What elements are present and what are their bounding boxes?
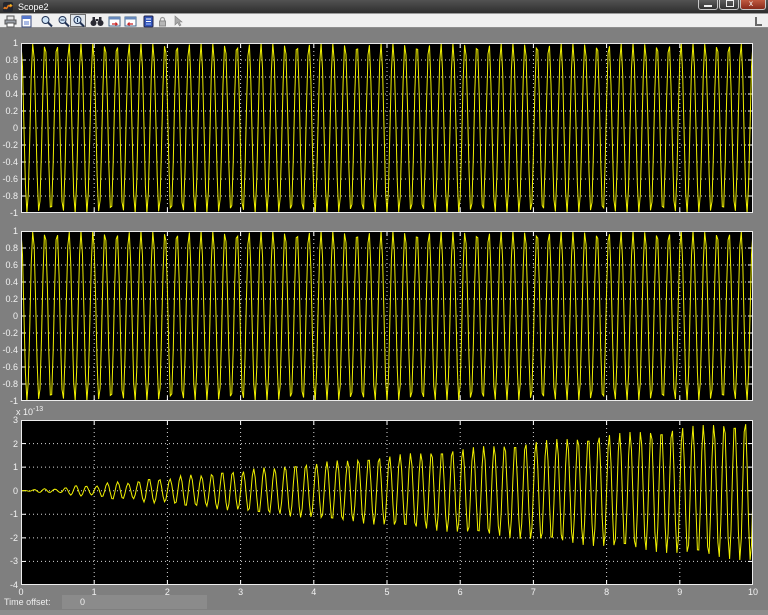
zoom-x-icon	[57, 15, 70, 28]
y-tick-label: 0.2	[0, 294, 18, 304]
y-tick-label: -0.6	[0, 362, 18, 372]
y-tick-label: 0	[0, 311, 18, 321]
restore-axes-settings-button[interactable]	[122, 14, 138, 27]
zoom-x-axis-button[interactable]	[55, 14, 71, 27]
binoculars-icon	[90, 15, 104, 28]
y-tick-label: -1	[0, 208, 18, 218]
y-tick-label: 0.4	[0, 89, 18, 99]
scope-plot-1[interactable]	[21, 43, 753, 213]
y-tick-label: 1	[0, 226, 18, 236]
y-tick-label: -0.8	[0, 191, 18, 201]
lock-icon	[156, 15, 169, 28]
y-tick-label: -0.2	[0, 328, 18, 338]
y-tick-label: 0.6	[0, 72, 18, 82]
maximize-icon	[726, 0, 734, 7]
y-tick-label: -0.8	[0, 379, 18, 389]
signal-selection-button[interactable]	[169, 14, 185, 27]
x-tick-label: 4	[304, 587, 324, 597]
minimize-icon	[704, 5, 712, 7]
y-tick-label: 1	[0, 38, 18, 48]
y-tick-label: 0	[0, 123, 18, 133]
lock-axes-button[interactable]	[154, 14, 170, 27]
parameters-button[interactable]	[18, 14, 34, 27]
y-tick-label: -0.4	[0, 157, 18, 167]
window-title: Scope2	[18, 1, 49, 13]
x-tick-label: 9	[670, 587, 690, 597]
x-tick-label: 8	[597, 587, 617, 597]
scope-plot-3[interactable]	[21, 420, 753, 585]
close-icon: x	[749, 0, 753, 8]
minimize-button[interactable]	[698, 0, 718, 10]
y-tick-label: -3	[0, 556, 18, 566]
axis-multiplier-label: x 10-13	[16, 405, 43, 417]
y-tick-label: -1	[0, 509, 18, 519]
close-button[interactable]: x	[740, 0, 766, 10]
parameters-icon	[20, 15, 33, 28]
title-bar[interactable]: Scope2 x	[0, 0, 768, 14]
toolbar	[0, 14, 768, 28]
x-tick-label: 0	[11, 587, 31, 597]
y-tick-label: 0.2	[0, 106, 18, 116]
maximize-button[interactable]	[719, 0, 739, 10]
printer-icon	[4, 15, 17, 28]
zoom-y-axis-button[interactable]	[70, 14, 86, 27]
y-tick-label: -2	[0, 533, 18, 543]
y-tick-label: 0.6	[0, 260, 18, 270]
time-offset-value: 0	[80, 597, 85, 607]
y-tick-label: 2	[0, 439, 18, 449]
x-tick-label: 7	[523, 587, 543, 597]
y-tick-label: 0.8	[0, 243, 18, 253]
x-tick-label: 10	[743, 587, 763, 597]
y-tick-label: 1	[0, 462, 18, 472]
y-tick-label: -0.4	[0, 345, 18, 355]
y-tick-label: 0.4	[0, 277, 18, 287]
y-tick-label: -0.6	[0, 174, 18, 184]
y-tick-label: 0	[0, 486, 18, 496]
toolbar-grip-icon	[755, 17, 762, 26]
save-axes-settings-button[interactable]	[106, 14, 122, 27]
restore-axes-icon	[124, 15, 137, 28]
zoom-button[interactable]	[38, 14, 54, 27]
signal-arrow-icon	[171, 15, 184, 28]
x-tick-label: 5	[377, 587, 397, 597]
scope-window: Scope2 x	[0, 0, 768, 615]
floating-scope-icon	[142, 15, 155, 28]
save-axes-icon	[108, 15, 121, 28]
zoom-y-icon	[72, 15, 85, 28]
x-tick-label: 3	[231, 587, 251, 597]
scope-plot-2[interactable]	[21, 231, 753, 401]
window-controls: x	[698, 0, 766, 10]
autoscale-button[interactable]	[89, 14, 105, 27]
y-tick-label: -0.2	[0, 140, 18, 150]
window-bottom-edge	[0, 610, 768, 615]
time-offset-label: Time offset:	[4, 597, 51, 607]
y-tick-label: 0.8	[0, 55, 18, 65]
print-button[interactable]	[2, 14, 18, 27]
simulink-scope-icon	[3, 2, 13, 12]
x-tick-label: 6	[450, 587, 470, 597]
zoom-icon	[40, 15, 53, 28]
